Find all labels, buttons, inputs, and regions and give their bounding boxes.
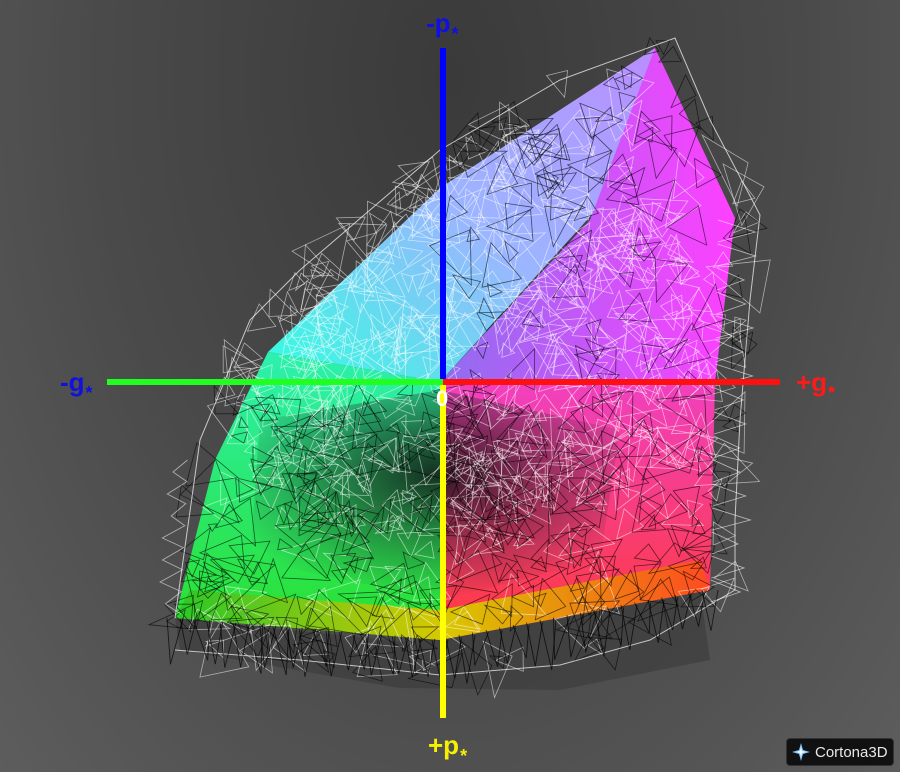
axis-label-neg-g-sub: * (85, 383, 93, 403)
axis-label-pos-p: +p* (428, 730, 467, 766)
axis-label-neg-p-main: -p (426, 8, 451, 38)
axis-label-pos-p-sub: * (460, 746, 468, 766)
axis-label-pos-g-main: +g (796, 367, 828, 397)
axis-label-pos-g: +g* (796, 367, 835, 403)
gamut-3d-view[interactable] (0, 0, 900, 772)
axis-label-pos-g-sub: * (828, 383, 836, 403)
cortona3d-badge[interactable]: Cortona3D (786, 738, 894, 766)
origin-label: 0 (436, 386, 449, 411)
axis-label-pos-p-main: +p (428, 730, 460, 760)
brand-name: Cortona3D (815, 743, 888, 761)
cortona-logo-icon (792, 743, 810, 761)
axis-label-neg-g-main: -g (60, 367, 85, 397)
axis-label-neg-p: -p* (426, 8, 459, 44)
axis-label-neg-p-sub: * (451, 24, 459, 44)
axis-label-neg-g: -g* (60, 367, 93, 403)
